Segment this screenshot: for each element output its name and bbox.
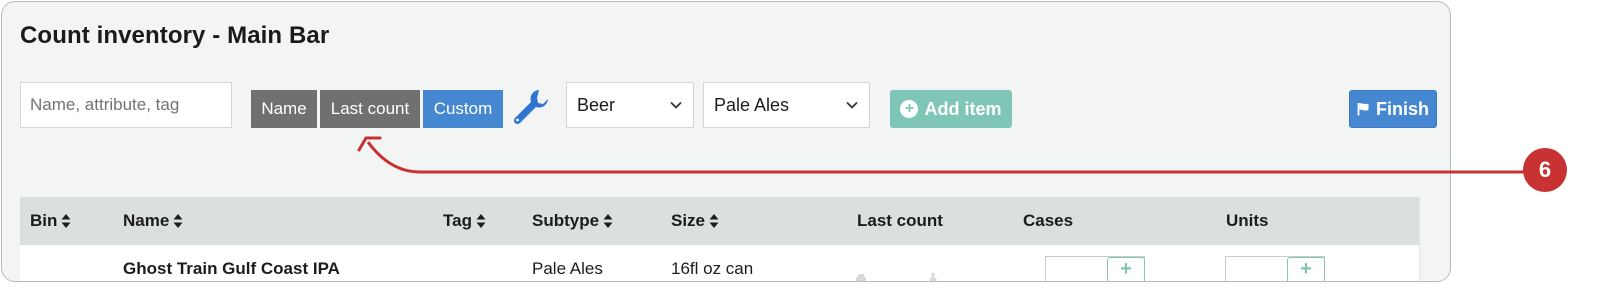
column-header-subtype[interactable]: Subtype xyxy=(532,197,613,245)
subtype-select[interactable]: Pale Ales xyxy=(703,82,870,128)
column-header-tag[interactable]: Tag xyxy=(443,197,486,245)
sort-name-button[interactable]: Name xyxy=(251,90,317,128)
column-header-bin[interactable]: Bin xyxy=(30,197,71,245)
sort-icon xyxy=(476,214,486,228)
sort-icon xyxy=(173,214,183,228)
callout-badge: 6 xyxy=(1523,148,1567,192)
case-icon xyxy=(856,274,866,281)
bottle-icon xyxy=(929,273,937,281)
page-title: Count inventory - Main Bar xyxy=(20,22,330,49)
units-increment-button[interactable]: + xyxy=(1287,257,1325,281)
add-item-label: Add item xyxy=(924,98,1002,119)
cases-increment-button[interactable]: + xyxy=(1107,257,1145,281)
inventory-panel: Count inventory - Main Bar Name Last cou… xyxy=(1,1,1451,282)
sort-icon xyxy=(603,214,613,228)
category-select[interactable]: Beer xyxy=(566,82,694,128)
column-header-cases: Cases xyxy=(1023,211,1074,230)
sort-icon xyxy=(61,214,71,228)
category-select-value: Beer xyxy=(577,94,616,115)
add-item-button[interactable]: + Add item xyxy=(890,90,1012,128)
chevron-down-icon xyxy=(670,101,682,109)
column-header-size[interactable]: Size xyxy=(671,197,719,245)
column-header-units: Units xyxy=(1226,211,1269,230)
row-item-size: 16fl oz can xyxy=(671,259,754,278)
table-scrollbar[interactable] xyxy=(1419,197,1436,281)
sort-icon xyxy=(709,214,719,228)
finish-label: Finish xyxy=(1376,98,1429,119)
search-input[interactable] xyxy=(20,82,232,128)
column-header-name[interactable]: Name xyxy=(123,197,183,245)
inventory-table: Bin Name Tag Subtype Size Last count Cas… xyxy=(20,197,1436,281)
row-item-subtype: Pale Ales xyxy=(532,259,603,278)
finish-button[interactable]: Finish xyxy=(1349,90,1437,128)
plus-circle-icon: + xyxy=(900,100,919,118)
flag-icon xyxy=(1357,103,1369,116)
chevron-down-icon xyxy=(846,101,858,109)
subtype-select-value: Pale Ales xyxy=(714,94,790,115)
wrench-icon[interactable] xyxy=(510,87,550,127)
table-header: Bin Name Tag Subtype Size Last count Cas… xyxy=(20,197,1419,245)
row-item-name[interactable]: Ghost Train Gulf Coast IPA xyxy=(123,259,340,279)
sort-last-count-button[interactable]: Last count xyxy=(320,90,420,128)
sort-custom-button[interactable]: Custom xyxy=(423,90,503,128)
column-header-last-count: Last count xyxy=(857,211,943,230)
